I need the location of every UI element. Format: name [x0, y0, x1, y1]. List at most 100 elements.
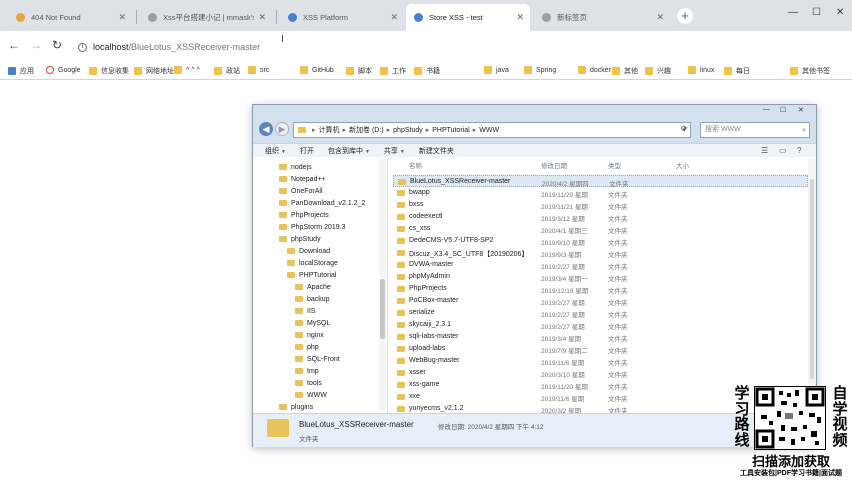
- bookmark-item[interactable]: 脚本: [346, 66, 372, 76]
- breadcrumb-item[interactable]: phpStudy: [393, 127, 423, 134]
- maximize-icon[interactable]: ☐: [812, 7, 821, 18]
- bookmark-item[interactable]: 应用: [8, 66, 34, 76]
- explorer-back-icon[interactable]: ◀: [259, 122, 273, 136]
- nav-tree-item[interactable]: php: [295, 341, 319, 353]
- nav-tree-item[interactable]: backup: [295, 293, 330, 305]
- bookmark-item[interactable]: Google: [46, 66, 81, 74]
- share-button[interactable]: 共享 ▼: [384, 146, 405, 156]
- breadcrumb-item[interactable]: 新加卷 (D:): [349, 125, 384, 135]
- bookmark-item[interactable]: 信息收集: [89, 66, 129, 76]
- bookmark-item[interactable]: 政站: [214, 66, 240, 76]
- file-row[interactable]: skycaiji_2.3.1 2019/2/27 星期 文件夹: [393, 319, 808, 331]
- file-row[interactable]: Discuz_X3.4_SC_UTF8【20190206】 2019/9/3 星期…: [393, 247, 808, 259]
- file-row[interactable]: bwapp 2019/11/29 星期 文件夹: [393, 187, 808, 199]
- file-row[interactable]: WebBug-master 2019/11/6 星期 文件夹: [393, 355, 808, 367]
- nav-tree-item[interactable]: plugins: [279, 401, 313, 413]
- bookmark-item[interactable]: 其他书签: [790, 66, 830, 76]
- file-list-scrollbar[interactable]: [808, 159, 816, 411]
- tab-store-xss-test[interactable]: Store XSS - test ✕: [406, 4, 530, 31]
- explorer-forward-icon[interactable]: ▶: [275, 122, 289, 136]
- close-tab-icon[interactable]: ✕: [258, 12, 266, 23]
- bookmark-item[interactable]: 书籍: [414, 66, 440, 76]
- bookmark-item[interactable]: src: [248, 66, 269, 74]
- new-tab-button[interactable]: +: [677, 8, 693, 24]
- nav-tree-item[interactable]: PhpProjects: [279, 209, 329, 221]
- file-row[interactable]: bxss 2019/11/21 星期 文件夹: [393, 199, 808, 211]
- tab-new-tab-page[interactable]: 新标签页 ✕: [534, 4, 670, 31]
- file-row[interactable]: upload-labs 2019/7/9 星期二 文件夹: [393, 343, 808, 355]
- file-row[interactable]: xsser 2020/3/10 星期 文件夹: [393, 367, 808, 379]
- nav-tree-item[interactable]: PhpStorm 2019.3: [279, 221, 345, 233]
- close-tab-icon[interactable]: ✕: [390, 12, 398, 23]
- new-folder-button[interactable]: 新建文件夹: [419, 146, 454, 156]
- bookmark-item[interactable]: Spring: [524, 66, 556, 74]
- include-in-library-button[interactable]: 包含到库中 ▼: [328, 146, 370, 156]
- preview-pane-icon[interactable]: ▭: [779, 146, 787, 155]
- close-tab-icon[interactable]: ✕: [118, 12, 126, 23]
- search-icon[interactable]: ⌕: [802, 124, 806, 138]
- explorer-search-input[interactable]: 搜索 WWW ⌕: [700, 122, 810, 138]
- file-row[interactable]: BlueLotus_XSSReceiver-master 2020/4/2 星期四…: [393, 175, 808, 188]
- column-type[interactable]: 类型: [608, 160, 621, 170]
- nav-tree-item[interactable]: PHPTutorial: [287, 269, 336, 281]
- nav-tree-item[interactable]: phpStudy: [279, 233, 321, 245]
- refresh-icon[interactable]: ⟳: [681, 124, 688, 133]
- bookmark-item[interactable]: 兴趣: [645, 66, 671, 76]
- column-size[interactable]: 大小: [676, 160, 689, 170]
- file-row[interactable]: DedeCMS-V5.7-UTF8-SP2 2019/9/10 星期 文件夹: [393, 235, 808, 247]
- nav-tree-item[interactable]: IIS: [295, 305, 316, 317]
- file-row[interactable]: sqli-labs-master 2019/3/4 星期 文件夹: [393, 331, 808, 343]
- bookmark-item[interactable]: GitHub: [300, 66, 334, 74]
- bookmark-item[interactable]: ^ ^ ^: [174, 66, 200, 74]
- forward-icon[interactable]: →: [30, 38, 42, 52]
- file-row[interactable]: cs_xss 2020/4/1 星期三 文件夹: [393, 223, 808, 235]
- explorer-breadcrumb[interactable]: ▸ 计算机 ▸ 新加卷 (D:) ▸ phpStudy ▸ PHPTutoria…: [293, 122, 691, 138]
- breadcrumb-item[interactable]: 计算机: [319, 125, 340, 135]
- breadcrumb-item[interactable]: PHPTutorial: [432, 127, 469, 134]
- bookmark-item[interactable]: 每日: [724, 66, 750, 76]
- nav-tree-item[interactable]: localStorage: [287, 257, 338, 269]
- nav-tree-item[interactable]: SQL-Front: [295, 353, 340, 365]
- nav-tree-item[interactable]: tools: [295, 377, 322, 389]
- close-tab-icon[interactable]: ✕: [656, 12, 664, 23]
- file-row[interactable]: PhpProjects 2019/12/18 星期 文件夹: [393, 283, 808, 295]
- file-row[interactable]: PoCBox-master 2019/2/27 星期 文件夹: [393, 295, 808, 307]
- nav-scroll-thumb[interactable]: [380, 279, 385, 339]
- file-row[interactable]: phpMyAdmin 2019/3/4 星期一 文件夹: [393, 271, 808, 283]
- breadcrumb-item[interactable]: WWW: [479, 127, 499, 134]
- nav-tree-item[interactable]: Apache: [295, 281, 331, 293]
- file-row[interactable]: serialize 2019/2/27 星期 文件夹: [393, 307, 808, 319]
- bookmark-item[interactable]: linux: [688, 66, 714, 74]
- bookmark-item[interactable]: docker: [578, 66, 611, 74]
- close-window-icon[interactable]: ✕: [836, 7, 844, 18]
- organize-button[interactable]: 组织 ▼: [265, 146, 286, 156]
- address-bar[interactable]: i localhost/BlueLotus_XSSReceiver-master: [78, 36, 850, 58]
- bookmark-item[interactable]: 工作: [380, 66, 406, 76]
- nav-scrollbar[interactable]: [379, 159, 386, 411]
- column-date[interactable]: 修改日期: [541, 160, 567, 170]
- nav-tree-item[interactable]: nginx: [295, 329, 324, 341]
- nav-tree-item[interactable]: nodejs: [279, 161, 312, 173]
- explorer-minimize-icon[interactable]: —: [763, 106, 770, 113]
- nav-tree-item[interactable]: MySQL: [295, 317, 330, 329]
- reload-icon[interactable]: ↻: [52, 38, 62, 52]
- file-row[interactable]: codeexectl 2019/3/12 星期 文件夹: [393, 211, 808, 223]
- help-icon[interactable]: ?: [797, 146, 801, 155]
- bookmark-item[interactable]: 其他: [612, 66, 638, 76]
- open-button[interactable]: 打开: [300, 146, 314, 156]
- back-icon[interactable]: ←: [8, 38, 20, 52]
- tab-xss-platform[interactable]: XSS Platform ✕: [280, 4, 404, 31]
- tab-xss-platform-notes[interactable]: Xss平台搭建小记 | mmask's 基... ✕: [140, 4, 272, 31]
- minimize-icon[interactable]: —: [788, 7, 798, 18]
- view-options-icon[interactable]: ☰: [761, 146, 768, 155]
- nav-tree-item[interactable]: WWW: [295, 389, 327, 401]
- nav-tree-item[interactable]: tmp: [295, 365, 319, 377]
- nav-tree-item[interactable]: Download: [287, 245, 330, 257]
- bookmark-item[interactable]: java: [484, 66, 509, 74]
- column-name[interactable]: 名称: [409, 160, 422, 170]
- nav-tree-item[interactable]: PanDownload_v2.1.2_2: [279, 197, 365, 209]
- tab-404-not-found[interactable]: 404 Not Found ✕: [8, 4, 132, 31]
- bookmark-item[interactable]: 网络地址: [134, 66, 174, 76]
- site-info-icon[interactable]: i: [78, 42, 87, 52]
- file-list-scroll-thumb[interactable]: [810, 179, 814, 379]
